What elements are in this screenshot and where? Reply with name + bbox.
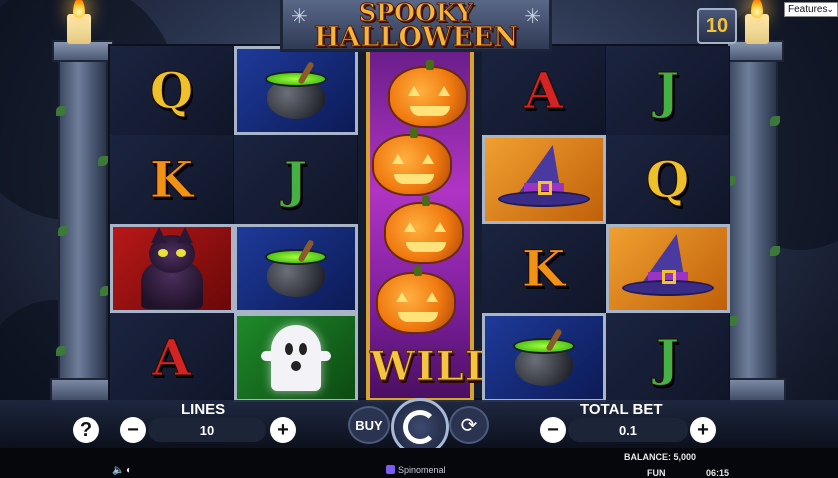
symbol-card: J [606,46,730,135]
reel-grid: Q K A J WILD A K J Q J [108,44,730,402]
reel-5: J Q J [606,46,730,402]
cauldron-icon [261,238,331,299]
black-cat-icon [127,226,217,309]
symbol-cat [110,224,234,313]
lines-decrease-button[interactable]: − [120,417,146,443]
lines-increase-button[interactable]: + [270,417,296,443]
symbol-cauldron [234,46,358,135]
autoplay-button[interactable]: ⟳ [449,406,489,444]
balance-display: BALANCE: 5,000 [624,452,697,462]
bet-increase-button[interactable]: + [690,417,716,443]
reel-1: Q K A [110,46,234,402]
symbol-card: K [110,135,234,224]
card-a: A [524,60,564,120]
symbol-card: A [482,46,606,135]
symbol-card: Q [110,46,234,135]
card-q: Q [149,60,194,120]
pumpkin-icon [384,196,464,264]
card-k: K [149,149,194,209]
reel-2: J [234,46,358,402]
total-bet-label: TOTAL BET [580,401,663,418]
clock: 06:15 [706,468,730,478]
lines-label: LINES [181,401,226,418]
flame-icon [73,0,85,18]
right-pillar [720,40,786,404]
symbol-card: A [110,313,234,402]
reel-4: A K [482,46,606,402]
card-a: A [152,327,192,387]
turbo-icon[interactable]: ◐ [126,465,132,476]
flame-icon [751,0,763,18]
symbol-cauldron [482,313,606,402]
pumpkin-icon [376,266,456,334]
spinomenal-logo-icon [386,465,395,474]
candle-right [745,14,769,44]
card-k: K [521,238,566,298]
symbol-card: K [482,224,606,313]
wild-reel: WILD [366,46,501,402]
candle-left [67,14,91,44]
symbol-ghost [234,313,358,402]
ghost-icon [261,321,331,395]
witch-hat-icon [494,144,594,215]
symbol-cauldron [234,224,358,313]
pumpkin-icon [372,128,452,196]
card-j: J [655,60,680,120]
features-dropdown-value: Features [788,4,828,15]
symbol-card: J [234,135,358,224]
sound-icon[interactable]: 🔈 [112,465,124,476]
witch-hat-icon [618,233,718,304]
refresh-icon: ⟳ [460,414,478,437]
spin-icon [403,410,437,444]
cauldron-icon [509,327,579,388]
total-bet-value: 0.1 [568,418,688,442]
card-q: Q [645,149,690,209]
card-j: J [655,327,680,387]
wild-label: WILD [370,343,501,391]
game-scene: Q K A J WILD A K J Q J ✳ ✳ SPOOKY HALLOW… [0,0,838,478]
features-dropdown[interactable]: Features ⌄ [784,2,838,17]
chevron-down-icon: ⌄ [826,4,834,14]
bet-decrease-button[interactable]: − [540,417,566,443]
provider-name: Spinomenal [398,465,446,475]
cauldron-icon [261,60,331,121]
symbol-card: Q [606,135,730,224]
left-pillar [50,40,116,404]
lines-value: 10 [148,418,266,442]
help-button[interactable]: ? [73,417,99,443]
symbol-card: J [606,313,730,402]
title-plate: ✳ ✳ SPOOKY HALLOWEEN [280,0,552,54]
provider-logo: Spinomenal [386,465,446,475]
lines-counter-badge: 10 [697,8,737,44]
card-j: J [283,149,308,209]
symbol-witch-hat [606,224,730,313]
game-mode: FUN [647,468,666,478]
symbol-witch-hat [482,135,606,224]
pumpkin-icon [388,60,468,128]
game-title-line2: HALLOWEEN [313,22,519,54]
buy-button[interactable]: BUY [348,406,390,444]
